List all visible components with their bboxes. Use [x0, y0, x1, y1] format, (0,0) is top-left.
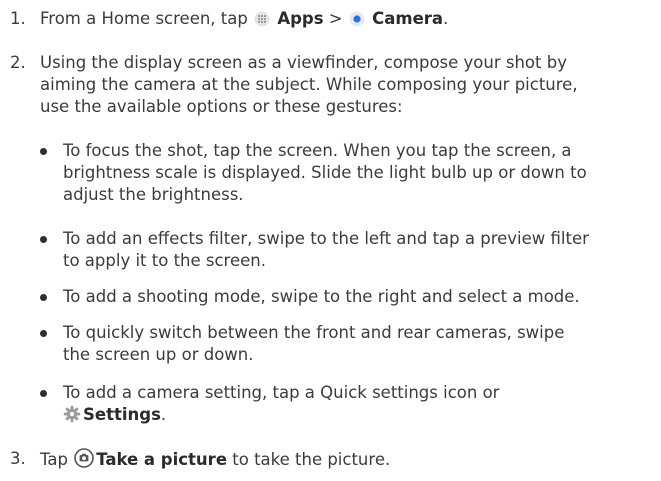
- camera-app-icon: [349, 11, 365, 33]
- apps-grid-icon: [254, 11, 270, 33]
- shutter-icon: [74, 448, 94, 474]
- bullet-dot: [40, 294, 47, 301]
- bullet-dot: [40, 330, 47, 337]
- step-number: 3.: [10, 449, 26, 468]
- step-number: 2.: [10, 53, 26, 72]
- bullet-dot: [40, 148, 47, 155]
- gear-icon: [63, 405, 81, 429]
- camera-label: Camera: [372, 9, 444, 28]
- step-text: From a Home screen, tap Apps > Camera.: [40, 8, 650, 33]
- step-text: Using the display screen as a viewfinder…: [40, 53, 578, 116]
- apps-label: Apps: [277, 9, 324, 28]
- bullet-dot: [40, 390, 47, 397]
- step-number: 1.: [10, 9, 26, 28]
- step-text: Tap Take a picture to take the picture.: [40, 448, 650, 474]
- settings-label: Settings: [83, 405, 161, 424]
- take-picture-label: Take a picture: [96, 450, 228, 469]
- instructions-page: 1. From a Home screen, tap Apps > Camera…: [0, 0, 661, 481]
- bullet-dot: [40, 236, 47, 243]
